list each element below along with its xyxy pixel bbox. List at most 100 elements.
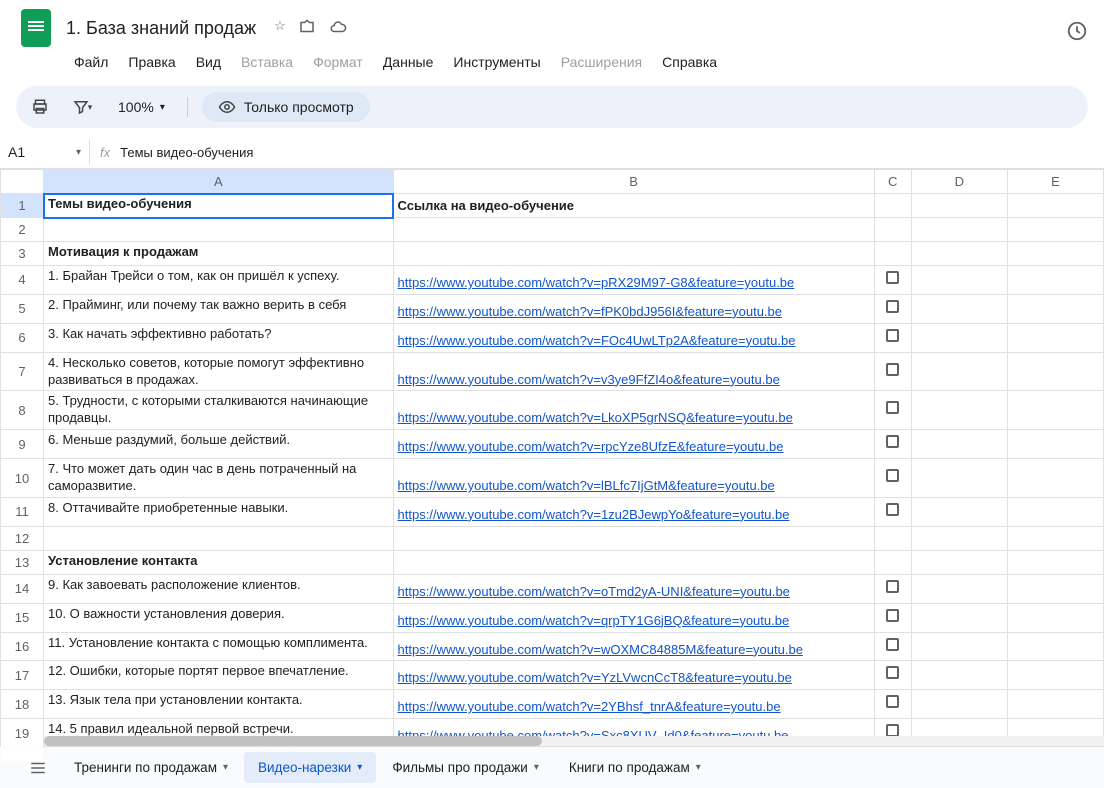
- checkbox[interactable]: [886, 638, 899, 651]
- chevron-down-icon[interactable]: ▾: [696, 762, 701, 773]
- cell[interactable]: 6. Меньше раздумий, больше действий.: [44, 430, 394, 459]
- video-link[interactable]: https://www.youtube.com/watch?v=wOXMC848…: [398, 642, 803, 657]
- cell[interactable]: [1007, 497, 1103, 526]
- video-link[interactable]: https://www.youtube.com/watch?v=qrpTY1G6…: [398, 613, 790, 628]
- menu-справка[interactable]: Справка: [654, 50, 725, 74]
- cell[interactable]: [393, 218, 874, 242]
- row-header[interactable]: 20: [1, 748, 44, 761]
- cell[interactable]: [911, 294, 1007, 323]
- cell[interactable]: [911, 550, 1007, 574]
- cell[interactable]: Мотивация к продажам: [44, 242, 394, 266]
- cell[interactable]: https://www.youtube.com/watch?v=wOXMC848…: [393, 632, 874, 661]
- checkbox[interactable]: [886, 580, 899, 593]
- row-header[interactable]: 2: [1, 218, 44, 242]
- row-header[interactable]: 12: [1, 526, 44, 550]
- cell[interactable]: [393, 550, 874, 574]
- cell[interactable]: Ссылка на видео-обучение: [393, 194, 874, 218]
- filter-button[interactable]: ▾: [68, 93, 96, 121]
- cell[interactable]: [1007, 526, 1103, 550]
- horizontal-scrollbar[interactable]: [44, 736, 1104, 746]
- print-button[interactable]: [26, 93, 54, 121]
- column-header-C[interactable]: C: [874, 170, 911, 194]
- name-box[interactable]: A1▾: [0, 140, 90, 164]
- cell[interactable]: [1007, 294, 1103, 323]
- cell[interactable]: [1007, 266, 1103, 295]
- sheet-tab[interactable]: Видео-нарезки▾: [244, 752, 376, 783]
- chevron-down-icon[interactable]: ▾: [223, 762, 228, 773]
- star-icon[interactable]: ☆: [274, 18, 286, 39]
- cell[interactable]: https://www.youtube.com/watch?v=LkoXP5gr…: [393, 391, 874, 430]
- cell[interactable]: https://www.youtube.com/watch?v=pRX29M97…: [393, 266, 874, 295]
- sheet-tab[interactable]: Тренинги по продажам▾: [60, 752, 242, 783]
- cell[interactable]: [1007, 690, 1103, 719]
- row-header[interactable]: 17: [1, 661, 44, 690]
- cell[interactable]: [393, 526, 874, 550]
- row-header[interactable]: 11: [1, 497, 44, 526]
- row-header[interactable]: 6: [1, 323, 44, 352]
- formula-bar[interactable]: Темы видео-обучения: [120, 145, 253, 160]
- cell[interactable]: https://www.youtube.com/watch?v=1zu2BJew…: [393, 497, 874, 526]
- checkbox[interactable]: [886, 666, 899, 679]
- history-icon[interactable]: [1066, 20, 1088, 45]
- cell[interactable]: [911, 497, 1007, 526]
- row-header[interactable]: 19: [1, 719, 44, 748]
- cell[interactable]: 9. Как завоевать расположение клиентов.: [44, 574, 394, 603]
- cell[interactable]: https://www.youtube.com/watch?v=fPK0bdJ9…: [393, 294, 874, 323]
- cell[interactable]: [874, 497, 911, 526]
- row-header[interactable]: 14: [1, 574, 44, 603]
- cell[interactable]: [874, 550, 911, 574]
- cell[interactable]: [874, 574, 911, 603]
- cell[interactable]: 13. Язык тела при установлении контакта.: [44, 690, 394, 719]
- row-header[interactable]: 4: [1, 266, 44, 295]
- sheets-logo[interactable]: [16, 8, 56, 48]
- cell[interactable]: 8. Оттачивайте приобретенные навыки.: [44, 497, 394, 526]
- row-header[interactable]: 7: [1, 352, 44, 391]
- video-link[interactable]: https://www.youtube.com/watch?v=2YBhsf_t…: [398, 699, 781, 714]
- menu-правка[interactable]: Правка: [120, 50, 183, 74]
- cell[interactable]: 10. О важности установления доверия.: [44, 603, 394, 632]
- cell[interactable]: [911, 603, 1007, 632]
- cell[interactable]: [911, 391, 1007, 430]
- move-icon[interactable]: [298, 18, 316, 39]
- cell[interactable]: [911, 242, 1007, 266]
- cell[interactable]: [1007, 661, 1103, 690]
- video-link[interactable]: https://www.youtube.com/watch?v=v3ye9FfZ…: [398, 372, 780, 387]
- checkbox[interactable]: [886, 300, 899, 313]
- cell[interactable]: https://www.youtube.com/watch?v=oTmd2yA-…: [393, 574, 874, 603]
- cell[interactable]: Темы видео-обучения: [44, 194, 394, 218]
- cell[interactable]: 7. Что может дать один час в день потрач…: [44, 459, 394, 498]
- sheet-tab[interactable]: Фильмы про продажи▾: [378, 752, 553, 783]
- cell[interactable]: [874, 352, 911, 391]
- select-all-corner[interactable]: [1, 170, 44, 194]
- chevron-down-icon[interactable]: ▾: [357, 762, 362, 773]
- checkbox[interactable]: [886, 435, 899, 448]
- cell[interactable]: [874, 430, 911, 459]
- cell[interactable]: [874, 459, 911, 498]
- cell[interactable]: [1007, 632, 1103, 661]
- column-header-E[interactable]: E: [1007, 170, 1103, 194]
- cell[interactable]: https://www.youtube.com/watch?v=YzLVwcnC…: [393, 661, 874, 690]
- video-link[interactable]: https://www.youtube.com/watch?v=fPK0bdJ9…: [398, 304, 782, 319]
- cell[interactable]: [874, 391, 911, 430]
- zoom-dropdown[interactable]: 100%▾: [110, 95, 173, 119]
- row-header[interactable]: 3: [1, 242, 44, 266]
- video-link[interactable]: https://www.youtube.com/watch?v=LkoXP5gr…: [398, 410, 793, 425]
- cell[interactable]: [911, 574, 1007, 603]
- cell[interactable]: [874, 323, 911, 352]
- menu-вид[interactable]: Вид: [188, 50, 229, 74]
- cell[interactable]: [874, 218, 911, 242]
- cell[interactable]: 1. Брайан Трейси о том, как он пришёл к …: [44, 266, 394, 295]
- row-header[interactable]: 1: [1, 194, 44, 218]
- cell[interactable]: [874, 294, 911, 323]
- cell[interactable]: [874, 266, 911, 295]
- chevron-down-icon[interactable]: ▾: [534, 762, 539, 773]
- column-header-B[interactable]: B: [393, 170, 874, 194]
- cell[interactable]: [911, 266, 1007, 295]
- cell[interactable]: [1007, 430, 1103, 459]
- row-header[interactable]: 16: [1, 632, 44, 661]
- checkbox[interactable]: [886, 271, 899, 284]
- checkbox[interactable]: [886, 695, 899, 708]
- cell[interactable]: https://www.youtube.com/watch?v=v3ye9FfZ…: [393, 352, 874, 391]
- cell[interactable]: [1007, 603, 1103, 632]
- cell[interactable]: [874, 632, 911, 661]
